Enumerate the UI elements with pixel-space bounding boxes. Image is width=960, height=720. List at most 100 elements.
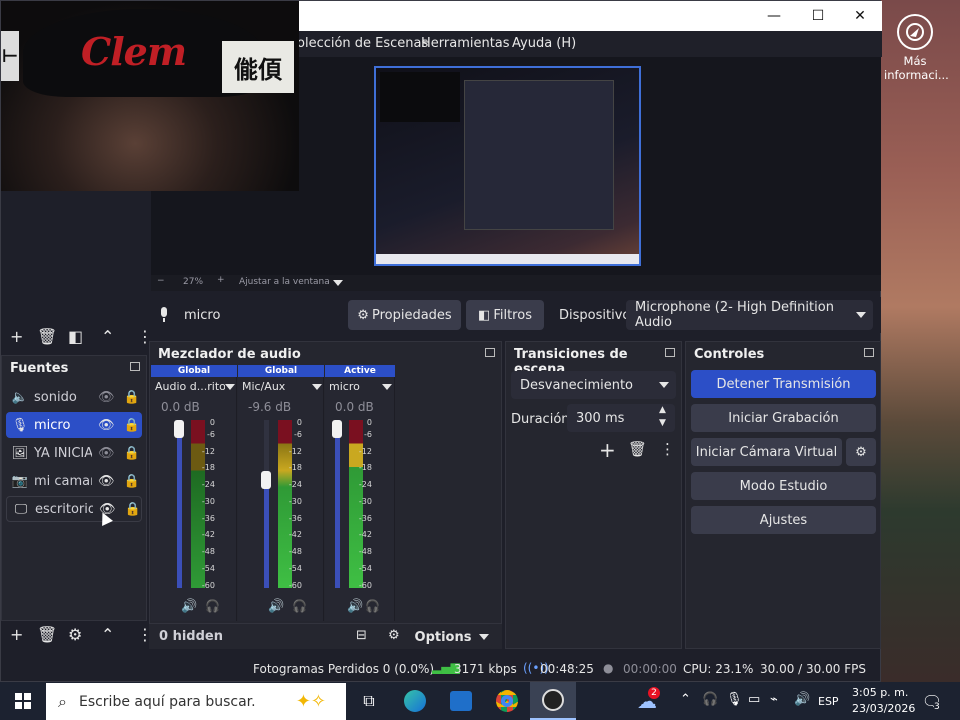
mixer-footer: 0 hidden ⊟ ⚙ Options [149,623,502,649]
menu-help[interactable]: Ayuda (H) [512,36,576,51]
transitions-title: Transiciones de escena [514,347,628,377]
virtual-camera-button[interactable]: Iniciar Cámara Virtual [691,438,842,466]
language-indicator[interactable]: ESP [818,695,839,708]
source-item[interactable]: 🖼 YA INICIAMOS 👁 🔒 [6,440,142,466]
lock-icon[interactable]: 🔒 [124,446,140,461]
add-scene-button[interactable]: + [10,329,23,345]
remove-scene-button[interactable]: 🗑 [37,329,57,345]
remove-transition-button[interactable]: 🗑 [628,440,647,458]
scene-filters-button[interactable]: ◧ [68,329,83,345]
remove-source-button[interactable]: 🗑 [37,627,57,643]
zoom-in-button[interactable]: + [217,275,225,285]
volume-tray-icon[interactable]: 🔊 [794,692,810,707]
transition-select[interactable]: Desvanecimiento [511,371,676,399]
duration-input[interactable]: 300 ms ▲ ▼ [567,404,675,432]
sparkle-icon: ✦✧ [295,691,326,712]
lock-icon[interactable]: 🔒 [124,418,140,433]
properties-button[interactable]: ⚙ Propiedades [348,300,461,330]
source-properties-icon[interactable]: ⚙ [68,627,82,643]
start-recording-button[interactable]: Iniciar Grabación [691,404,876,432]
channel-name: Audio d...ritorio [155,380,225,393]
headphones-icon[interactable]: 🎧 [365,599,380,613]
microphone-tray-icon[interactable]: 🎙 [726,692,743,707]
move-up-button[interactable]: ⌃ [101,329,114,345]
obs-taskbar-icon[interactable] [530,682,576,720]
chrome-icon[interactable] [484,682,530,720]
windows-start-icon[interactable] [0,682,46,720]
zoom-dropdown-icon[interactable] [333,280,343,286]
preview-output[interactable] [374,66,641,266]
lock-icon[interactable]: 🔒 [124,390,140,405]
stop-stream-button[interactable]: Detener Transmisión [691,370,876,398]
eye-icon[interactable]: 👁 [98,474,115,489]
more-icon[interactable]: ⋮ [660,440,675,458]
volume-icon[interactable]: 🔊 [347,599,363,614]
studio-mode-button[interactable]: Modo Estudio [691,472,876,500]
eye-icon[interactable]: 👁 [98,418,115,433]
edge-icon[interactable] [392,682,438,720]
eye-hidden-icon[interactable]: 👁 [98,446,115,461]
gear-icon[interactable]: ⚙ [846,438,876,466]
zoom-out-button[interactable]: − [157,276,165,286]
close-button[interactable]: ✕ [838,1,882,31]
channel-tag: Active [325,365,395,377]
eye-hidden-icon[interactable]: 👁 [98,390,115,405]
clock-date[interactable]: 23/03/2026 [852,702,915,715]
gear-icon[interactable]: ⚙ [388,628,400,643]
outlook-icon[interactable] [438,682,484,720]
maximize-button[interactable]: ☐ [796,1,840,31]
lock-icon[interactable]: 🔒 [124,474,140,489]
db-scale: 0 -6 -12 -18 -24 -30 -36 -42 -48 -54 -60 [288,418,302,590]
volume-icon[interactable]: 🔊 [181,599,197,614]
weather-icon[interactable]: ☁ 2 [624,682,670,720]
zoom-fit[interactable]: Ajustar a la ventana [239,277,330,287]
volume-track[interactable] [335,420,340,588]
channel-db: -9.6 dB [248,400,292,414]
notification-icon[interactable]: 🗨 3 [912,682,952,720]
volume-track[interactable] [177,420,182,588]
volume-icon[interactable]: 🔊 [268,599,284,614]
status-bar: Fotogramas Perdidos 0 (0.0%) ▂▄▆ 3171 kb… [151,657,881,681]
undock-icon[interactable] [485,348,495,357]
chevron-down-icon[interactable] [382,384,392,390]
move-up-button[interactable]: ⌃ [101,627,114,643]
source-item[interactable]: 📷 mi camara 👁 🔒 [6,468,142,494]
image-icon: 🖼 [11,445,29,461]
add-source-button[interactable]: + [10,627,23,643]
source-item[interactable]: 🎙 micro 👁 🔒 [6,412,142,438]
settings-button[interactable]: Ajustes [691,506,876,534]
options-button[interactable]: Options [412,625,492,649]
chevron-down-icon[interactable] [225,384,235,390]
menu-scene-collection[interactable]: olección de Escenas [297,36,428,51]
headset-icon[interactable]: 🎧 [702,692,718,707]
filters-button[interactable]: ◧ Filtros [466,300,544,330]
chevron-up-icon[interactable]: ⌃ [680,692,691,707]
bitrate: 3171 kbps [454,662,517,676]
minimize-button[interactable]: — [752,1,796,31]
decrement-icon[interactable]: ▼ [659,418,666,428]
menu-tools[interactable]: Herramientas [421,36,510,51]
source-item[interactable]: 🖵 escritorio 👁 🔒 [6,496,142,522]
increment-icon[interactable]: ▲ [659,405,666,415]
layout-icon[interactable]: ⊟ [356,628,367,643]
chevron-down-icon[interactable] [312,384,322,390]
volume-slider[interactable] [261,471,271,489]
task-view-icon[interactable]: ⧉ [346,682,392,720]
volume-slider[interactable] [174,420,184,438]
taskbar-search[interactable]: ⌕ Escribe aquí para buscar. ✦✧ [46,683,346,720]
battery-icon[interactable]: ▭ [748,692,760,707]
undock-icon[interactable] [864,348,874,357]
network-icon[interactable]: ⌁ [770,692,778,707]
volume-slider[interactable] [332,420,342,438]
lock-icon[interactable]: 🔒 [125,502,141,517]
undock-icon[interactable] [130,362,140,371]
source-item[interactable]: 🔈 sonido 👁 🔒 [6,384,142,410]
clock-time[interactable]: 3:05 p. m. [852,686,908,699]
undock-icon[interactable] [665,348,675,357]
headphones-icon[interactable]: 🎧 [292,599,307,613]
device-select[interactable]: Microphone (2- High Definition Audio [626,300,873,330]
headphones-icon[interactable]: 🎧 [205,599,220,613]
desktop-shortcut[interactable]: Más informaci... [884,10,949,82]
add-transition-button[interactable]: + [599,438,616,462]
chevron-down-icon [659,382,669,388]
